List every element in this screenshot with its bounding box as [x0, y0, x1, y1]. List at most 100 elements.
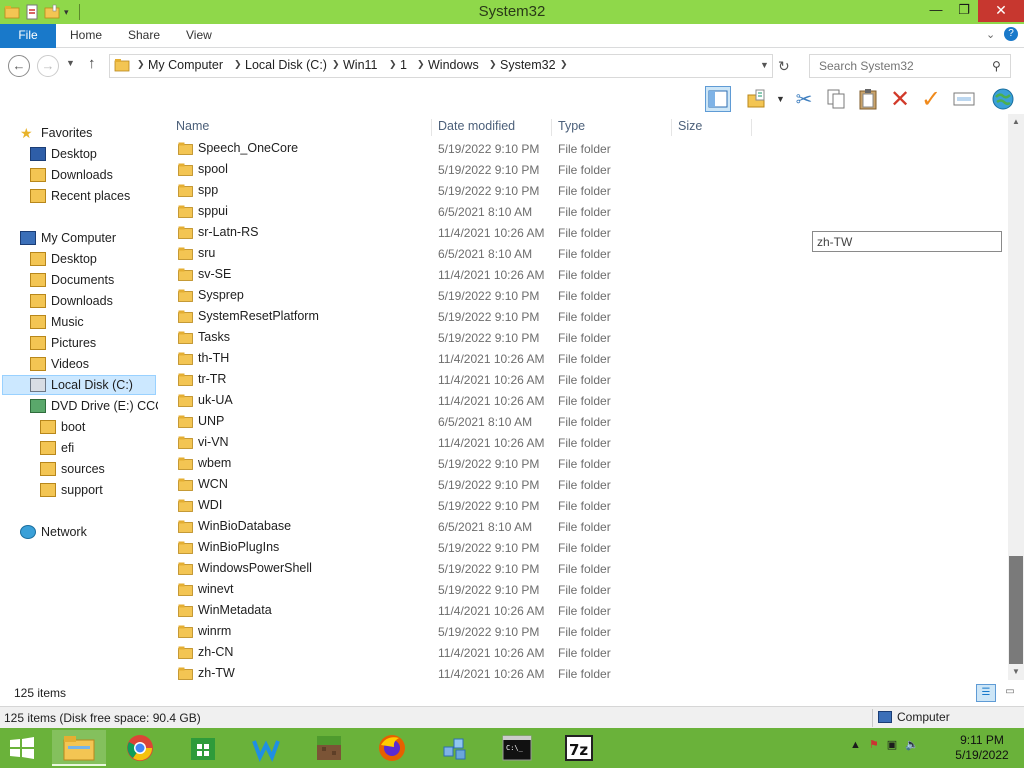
paste-icon[interactable] — [855, 86, 881, 112]
folder-options-icon[interactable] — [744, 86, 770, 112]
file-list[interactable]: Name Date modified Type Size Speech_OneC… — [160, 114, 1008, 680]
back-button[interactable]: ← — [8, 55, 30, 77]
action-center-icon[interactable]: ⚑ — [869, 738, 879, 751]
rename-icon[interactable] — [951, 86, 977, 112]
table-row[interactable]: spp 5/19/2022 9:10 PM File folder — [170, 180, 750, 201]
search-box[interactable]: ⚲ — [809, 54, 1011, 78]
table-row[interactable]: sr-Latn-RS 11/4/2021 10:26 AM File folder — [170, 222, 750, 243]
nav-dvd-drive[interactable]: DVD Drive (E:) CCCC — [30, 396, 158, 416]
column-header-type[interactable]: Type — [552, 119, 672, 136]
table-row[interactable]: sv-SE 11/4/2021 10:26 AM File folder — [170, 264, 750, 285]
table-row[interactable]: UNP 6/5/2021 8:10 AM File folder — [170, 411, 750, 432]
nav-network[interactable]: Network — [20, 522, 87, 542]
folder-options-dropdown-icon[interactable]: ▼ — [776, 94, 785, 104]
breadcrumb-separator-icon[interactable]: ❯ — [137, 59, 145, 70]
address-history-icon[interactable]: ▼ — [760, 60, 769, 70]
nav-dvd-boot[interactable]: boot — [40, 417, 85, 437]
details-view-icon[interactable]: ☰ — [976, 684, 996, 702]
scrollbar-thumb[interactable] — [1009, 556, 1023, 664]
volume-icon[interactable]: 🔈 — [905, 738, 919, 751]
scroll-up-icon[interactable]: ▲ — [1008, 114, 1024, 130]
search-icon[interactable]: ⚲ — [992, 59, 1001, 73]
table-row[interactable]: WDI 5/19/2022 9:10 PM File folder — [170, 495, 750, 516]
table-row[interactable]: sru 6/5/2021 8:10 AM File folder — [170, 243, 750, 264]
table-row[interactable]: spool 5/19/2022 9:10 PM File folder — [170, 159, 750, 180]
command-prompt-taskbar-icon[interactable]: C:\_ — [490, 730, 544, 766]
table-row[interactable]: wbem 5/19/2022 9:10 PM File folder — [170, 453, 750, 474]
nav-downloads[interactable]: Downloads — [30, 291, 113, 311]
nav-favorites[interactable]: ★ Favorites — [20, 123, 92, 143]
table-row[interactable]: th-TH 11/4/2021 10:26 AM File folder — [170, 348, 750, 369]
expand-ribbon-icon[interactable]: ⌄ — [986, 28, 995, 41]
table-row[interactable]: WCN 5/19/2022 9:10 PM File folder — [170, 474, 750, 495]
maximize-button[interactable]: ❐ — [948, 0, 980, 22]
table-row[interactable]: WindowsPowerShell 5/19/2022 9:10 PM File f… — [170, 558, 750, 579]
globe-icon[interactable] — [990, 86, 1016, 112]
forward-button[interactable]: → — [37, 55, 59, 77]
nav-local-disk[interactable]: Local Disk (C:) — [2, 375, 156, 395]
table-row[interactable]: tr-TR 11/4/2021 10:26 AM File folder — [170, 369, 750, 390]
up-button[interactable]: ↑ — [88, 55, 96, 72]
large-icons-view-icon[interactable]: ▭ — [1000, 684, 1020, 702]
table-row[interactable]: WinBioPlugIns 5/19/2022 9:10 PM File folde… — [170, 537, 750, 558]
table-row[interactable]: vi-VN 11/4/2021 10:26 AM File folder — [170, 432, 750, 453]
nav-desktop[interactable]: Desktop — [30, 249, 97, 269]
table-row[interactable]: uk-UA 11/4/2021 10:26 AM File folder — [170, 390, 750, 411]
firefox-taskbar-icon[interactable] — [365, 730, 419, 766]
column-header-name[interactable]: Name — [170, 119, 432, 136]
show-hidden-icons-icon[interactable]: ▲ — [850, 739, 861, 751]
table-row[interactable]: winevt 5/19/2022 9:10 PM File folder — [170, 579, 750, 600]
address-bar[interactable]: ❯ My Computer ❯ Local Disk (C:) ❯ Win11 … — [109, 54, 773, 78]
breadcrumb-separator-icon[interactable]: ❯ — [389, 59, 397, 70]
breadcrumb-system32[interactable]: System32 — [500, 58, 556, 72]
nav-pictures[interactable]: Pictures — [30, 333, 96, 353]
cut-icon[interactable]: ✂ — [791, 86, 817, 112]
tab-share[interactable]: Share — [128, 24, 160, 48]
7zip-taskbar-icon[interactable]: 7z — [552, 730, 606, 766]
scroll-down-icon[interactable]: ▼ — [1008, 664, 1024, 680]
breadcrumb-separator-icon[interactable]: ❯ — [332, 59, 340, 70]
breadcrumb-separator-icon[interactable]: ❯ — [489, 59, 497, 70]
title-bar[interactable]: ▾ System32 — ❐ ✕ — [0, 0, 1024, 24]
file-explorer-taskbar-icon[interactable] — [52, 730, 106, 766]
system-clock[interactable]: 9:11 PM 5/19/2022 — [950, 733, 1014, 763]
table-row[interactable]: sppui 6/5/2021 8:10 AM File folder — [170, 201, 750, 222]
table-row[interactable]: WinMetadata 11/4/2021 10:26 AM File folder — [170, 600, 750, 621]
table-row[interactable]: Speech_OneCore 5/19/2022 9:10 PM File fold… — [170, 138, 750, 159]
nav-dvd-sources[interactable]: sources — [40, 459, 105, 479]
refresh-button[interactable]: ↻ — [778, 58, 790, 75]
preview-pane-icon[interactable] — [705, 86, 731, 112]
recent-locations-icon[interactable]: ▼ — [66, 58, 75, 68]
nav-fav-recent-places[interactable]: Recent places — [30, 186, 130, 206]
windows-start-icon[interactable] — [8, 736, 36, 760]
copy-icon[interactable] — [823, 86, 849, 112]
tab-file[interactable]: File — [0, 24, 56, 48]
network-status-icon[interactable]: ▣ — [887, 738, 897, 751]
nav-fav-downloads[interactable]: Downloads — [30, 165, 113, 185]
app-cubes-taskbar-icon[interactable] — [428, 730, 482, 766]
breadcrumb-my-computer[interactable]: My Computer — [148, 58, 223, 72]
vertical-scrollbar[interactable]: ▲ ▼ — [1008, 114, 1024, 680]
tab-view[interactable]: View — [186, 24, 212, 48]
table-row[interactable]: Tasks 5/19/2022 9:10 PM File folder — [170, 327, 750, 348]
nav-videos[interactable]: Videos — [30, 354, 89, 374]
checkmark-icon[interactable]: ✓ — [918, 86, 944, 113]
store-taskbar-icon[interactable] — [176, 730, 230, 766]
breadcrumb-separator-icon[interactable]: ❯ — [234, 59, 242, 70]
column-header-date-modified[interactable]: Date modified — [432, 119, 552, 136]
chrome-taskbar-icon[interactable] — [113, 730, 167, 766]
navigation-pane[interactable]: ★ Favorites Desktop Downloads Recent pla… — [0, 114, 158, 680]
search-input[interactable] — [810, 55, 988, 77]
minecraft-taskbar-icon[interactable] — [302, 730, 356, 766]
table-row[interactable]: zh-TW 11/4/2021 10:26 AM File folder — [170, 663, 750, 680]
help-icon[interactable]: ? — [1004, 27, 1018, 41]
breadcrumb-local-disk[interactable]: Local Disk (C:) — [245, 58, 327, 72]
table-row[interactable]: SystemResetPlatform 5/19/2022 9:10 PM File… — [170, 306, 750, 327]
nav-documents[interactable]: Documents — [30, 270, 114, 290]
tab-home[interactable]: Home — [70, 24, 102, 48]
breadcrumb-windows[interactable]: Windows — [428, 58, 479, 72]
breadcrumb-win11[interactable]: Win11 — [343, 58, 378, 72]
breadcrumb-separator-icon[interactable]: ❯ — [560, 59, 568, 70]
nav-dvd-efi[interactable]: efi — [40, 438, 74, 458]
winaero-tweaker-taskbar-icon[interactable] — [239, 730, 293, 766]
